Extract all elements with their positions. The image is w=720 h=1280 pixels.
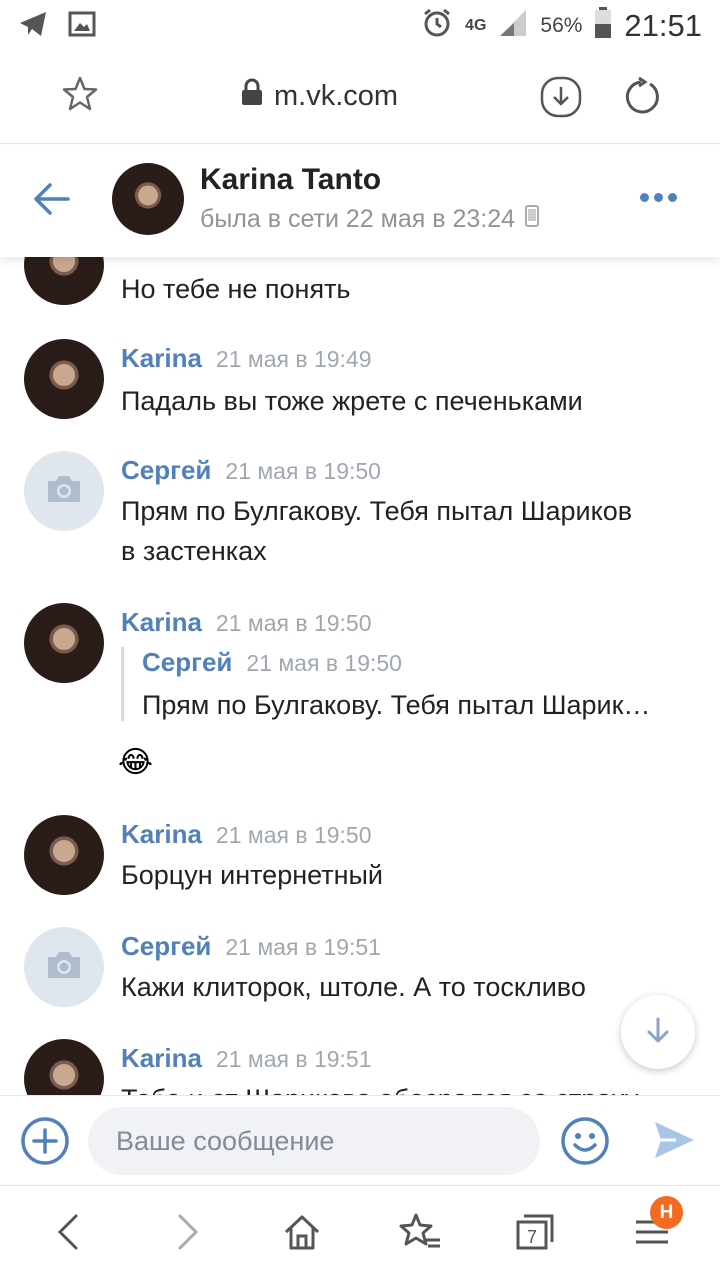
message-time: 21 мая в 19:51 bbox=[225, 934, 381, 960]
camera-icon bbox=[44, 473, 84, 510]
reload-icon[interactable] bbox=[620, 76, 662, 123]
notification-badge: Н bbox=[650, 1196, 683, 1229]
forwarded-author: Сергей 21 мая в 19:50 bbox=[142, 647, 696, 678]
tabs-icon[interactable]: 7 bbox=[514, 1212, 556, 1257]
lock-icon bbox=[240, 78, 264, 114]
smile-icon[interactable] bbox=[560, 1116, 610, 1171]
avatar[interactable] bbox=[112, 163, 184, 235]
author-name: Karina bbox=[121, 607, 202, 637]
url-display[interactable]: m.vk.com bbox=[240, 78, 398, 114]
telegram-icon bbox=[18, 10, 48, 43]
chat-header: Karina Tanto была в сети 22 мая в 23:24 bbox=[0, 145, 720, 257]
url-text: m.vk.com bbox=[274, 79, 399, 112]
author-name: Karina bbox=[121, 819, 202, 849]
forwarded-author-name: Сергей bbox=[142, 647, 233, 677]
author-name: Сергей bbox=[121, 931, 212, 961]
send-icon[interactable] bbox=[652, 1118, 696, 1167]
avatar[interactable] bbox=[24, 927, 104, 1007]
message-text: Падаль вы тоже жрете с печеньками bbox=[121, 386, 583, 416]
battery-icon bbox=[594, 7, 612, 45]
mobile-icon bbox=[525, 205, 540, 234]
forwarded-message[interactable]: Сергей 21 мая в 19:50 Прям по Булгакову. … bbox=[121, 647, 696, 721]
author-name: Karina bbox=[121, 1043, 202, 1073]
browser-nav-bar: 7 bbox=[0, 1185, 720, 1280]
emoji: 😂 bbox=[118, 746, 154, 779]
message-list[interactable]: Но тебе не понять Karina 21 мая в 19:49 П… bbox=[0, 257, 720, 1095]
star-icon[interactable] bbox=[60, 74, 100, 119]
author-name: Karina bbox=[121, 343, 202, 373]
alarm-icon bbox=[421, 7, 453, 45]
avatar[interactable] bbox=[24, 1039, 104, 1095]
forwarded-time: 21 мая в 19:50 bbox=[246, 650, 402, 676]
scroll-down-button[interactable] bbox=[621, 995, 695, 1069]
presence-text: была в сети 22 мая в 23:24 bbox=[200, 205, 516, 233]
message-text: Тебе и от Шарикова обосрался со страху bbox=[121, 1079, 701, 1095]
battery-percent: 56% bbox=[540, 14, 583, 37]
message-text: Прям по Булгакову. Тебя пытал Шариков в … bbox=[121, 496, 633, 566]
nav-forward-icon[interactable] bbox=[168, 1212, 204, 1257]
home-icon[interactable] bbox=[282, 1212, 322, 1257]
back-arrow-icon[interactable] bbox=[32, 181, 72, 222]
nav-back-icon[interactable] bbox=[52, 1212, 88, 1257]
chat-title[interactable]: Karina Tanto bbox=[200, 163, 381, 197]
message-time: 21 мая в 19:51 bbox=[215, 1046, 372, 1072]
download-icon[interactable] bbox=[540, 76, 582, 123]
message-text: Кажи клиторок, штоле. А то тоскливо bbox=[121, 972, 586, 1002]
presence-status: была в сети 22 мая в 23:24 bbox=[200, 205, 540, 234]
gallery-icon bbox=[68, 11, 96, 42]
bookmarks-icon[interactable] bbox=[398, 1212, 442, 1257]
more-icon[interactable] bbox=[640, 193, 677, 202]
message-author[interactable]: Karina 21 мая в 19:50 bbox=[121, 607, 372, 638]
avatar[interactable] bbox=[24, 815, 104, 895]
author-name: Сергей bbox=[121, 455, 212, 485]
message-composer bbox=[0, 1095, 720, 1185]
message-author[interactable]: Karina 21 мая в 19:50 bbox=[121, 819, 372, 850]
message-time: 21 мая в 19:50 bbox=[225, 458, 381, 484]
message-time: 21 мая в 19:50 bbox=[215, 822, 372, 848]
svg-text:7: 7 bbox=[527, 1227, 537, 1247]
browser-address-bar: m.vk.com bbox=[0, 52, 720, 144]
signal-icon bbox=[498, 8, 528, 44]
add-icon[interactable] bbox=[20, 1116, 70, 1171]
message-author[interactable]: Karina 21 мая в 19:51 bbox=[121, 1043, 372, 1074]
message-author[interactable]: Karina 21 мая в 19:49 bbox=[121, 343, 372, 374]
network-type: 4G bbox=[465, 17, 487, 34]
message-author[interactable]: Сергей 21 мая в 19:50 bbox=[121, 455, 381, 486]
avatar[interactable] bbox=[24, 451, 104, 531]
camera-icon bbox=[44, 949, 84, 986]
message-time: 21 мая в 19:50 bbox=[215, 610, 372, 636]
message-time: 21 мая в 19:49 bbox=[215, 346, 372, 372]
message-text: Борцун интернетный bbox=[121, 860, 384, 890]
forwarded-text: Прям по Булгакову. Тебя пытал Шарик… bbox=[142, 690, 651, 720]
avatar[interactable] bbox=[24, 603, 104, 683]
arrow-down-icon bbox=[645, 1016, 671, 1049]
status-bar: 4G 56% 21:51 bbox=[0, 0, 720, 52]
message-author[interactable]: Сергей 21 мая в 19:51 bbox=[121, 931, 381, 962]
avatar[interactable] bbox=[24, 339, 104, 419]
avatar[interactable] bbox=[24, 257, 104, 305]
message-text: Но тебе не понять bbox=[121, 274, 351, 304]
clock: 21:51 bbox=[624, 8, 702, 43]
message-input[interactable] bbox=[88, 1107, 540, 1175]
